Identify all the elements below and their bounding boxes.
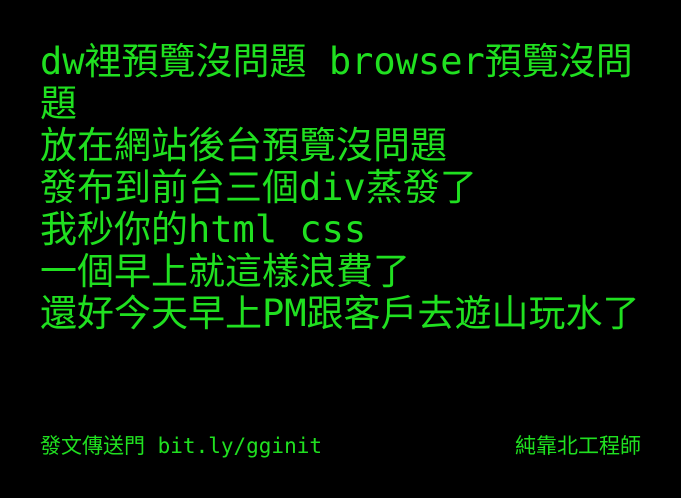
brand-name: 純靠北工程師 [515,434,641,458]
poem-line-5: 一個早上就這樣浪費了 [40,250,410,293]
poem-line-2: 放在網站後台預覽沒問題 [40,124,447,167]
poem-text-block: dw裡預覽沒問題 browser預覽沒問題 放在網站後台預覽沒問題 發布到前台三… [40,41,652,335]
poem-line-3: 發布到前台三個div蒸發了 [40,166,477,209]
submission-link-text: 發文傳送門 bit.ly/gginit [40,434,323,458]
poem-line-1: dw裡預覽沒問題 browser預覽沒問題 [40,40,633,125]
poem-line-4: 我秒你的html css [40,208,367,251]
poem-line-6: 還好今天早上PM跟客戶去遊山玩水了 [40,292,640,335]
